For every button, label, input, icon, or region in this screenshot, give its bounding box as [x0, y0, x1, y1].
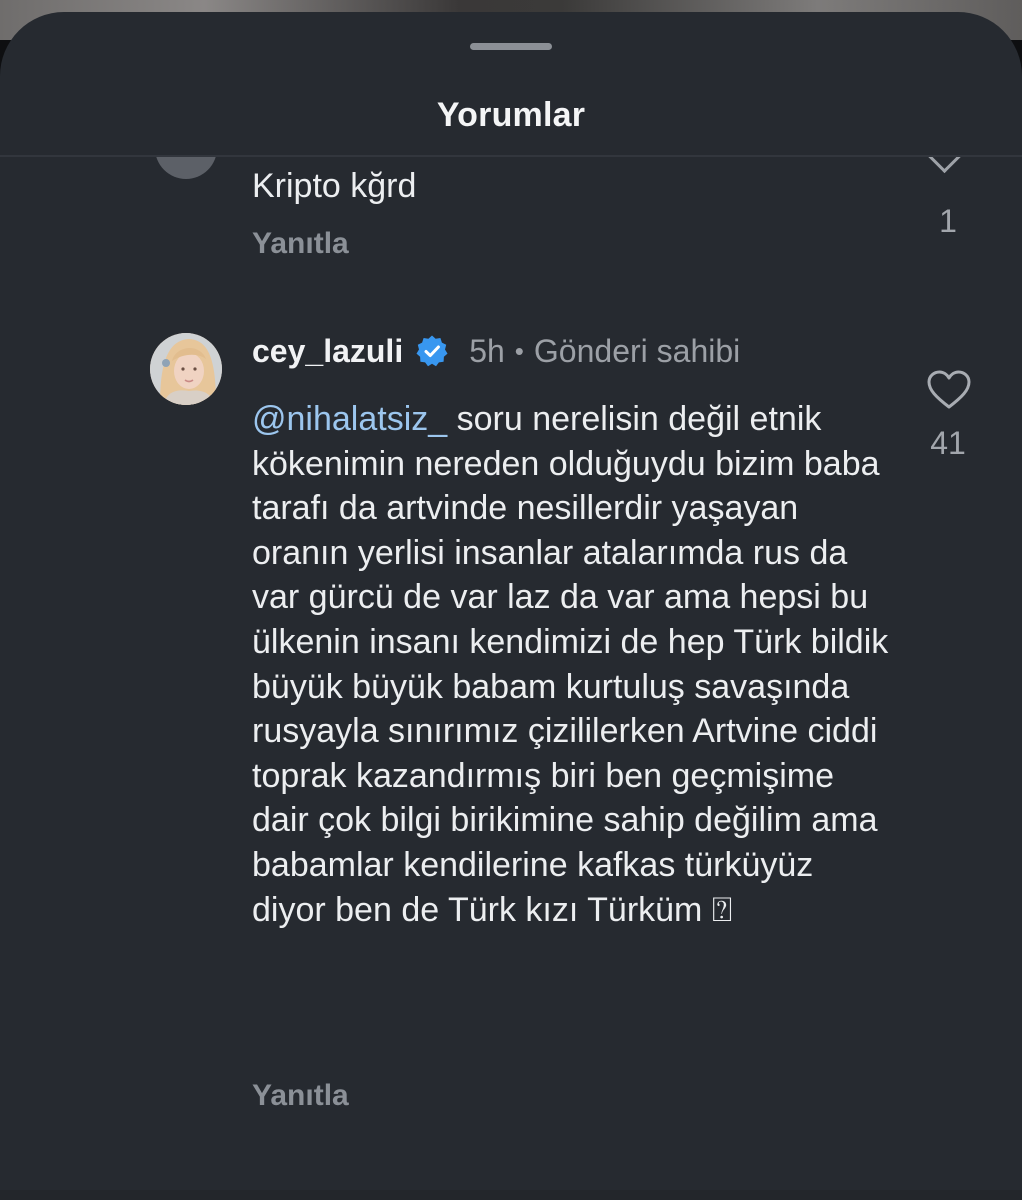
- heart-outline-icon[interactable]: [926, 369, 972, 411]
- comment-list[interactable]: Kripto kğrd Yanıtla 1 cey_lazuli 5h • Gö…: [0, 157, 1022, 1200]
- avatar[interactable]: [155, 157, 217, 179]
- username[interactable]: cey_lazuli: [252, 333, 403, 370]
- comment-text: @nihalatsiz_ soru nerelisin değil etnik …: [252, 397, 892, 932]
- sheet-title: Yorumlar: [436, 96, 586, 134]
- comment-text: Kripto kğrd: [252, 167, 417, 205]
- comment-meta: cey_lazuli 5h • Gönderi sahibi: [252, 331, 740, 371]
- like-count: 41: [930, 425, 966, 461]
- verified-badge-icon: [415, 334, 449, 368]
- like-count: 1: [939, 203, 957, 239]
- drag-handle[interactable]: [470, 43, 552, 50]
- author-badge: Gönderi sahibi: [533, 332, 741, 369]
- separator-dot: •: [514, 335, 524, 366]
- missing-glyph: ⍰: [711, 890, 733, 929]
- chevron-down-icon[interactable]: [926, 157, 963, 174]
- comments-sheet: Yorumlar Kripto kğrd Yanıtla 1 cey_lazul…: [0, 12, 1022, 1200]
- reply-button[interactable]: Yanıtla: [252, 1079, 349, 1113]
- avatar[interactable]: [150, 333, 222, 405]
- comment-body-text: soru nerelisin değil etnik kökenimin ner…: [252, 400, 889, 929]
- timestamp: 5h: [469, 332, 505, 369]
- next-comment-edge: [0, 1190, 1022, 1200]
- mention-link[interactable]: @nihalatsiz_: [252, 400, 447, 438]
- reply-button[interactable]: Yanıtla: [252, 227, 349, 261]
